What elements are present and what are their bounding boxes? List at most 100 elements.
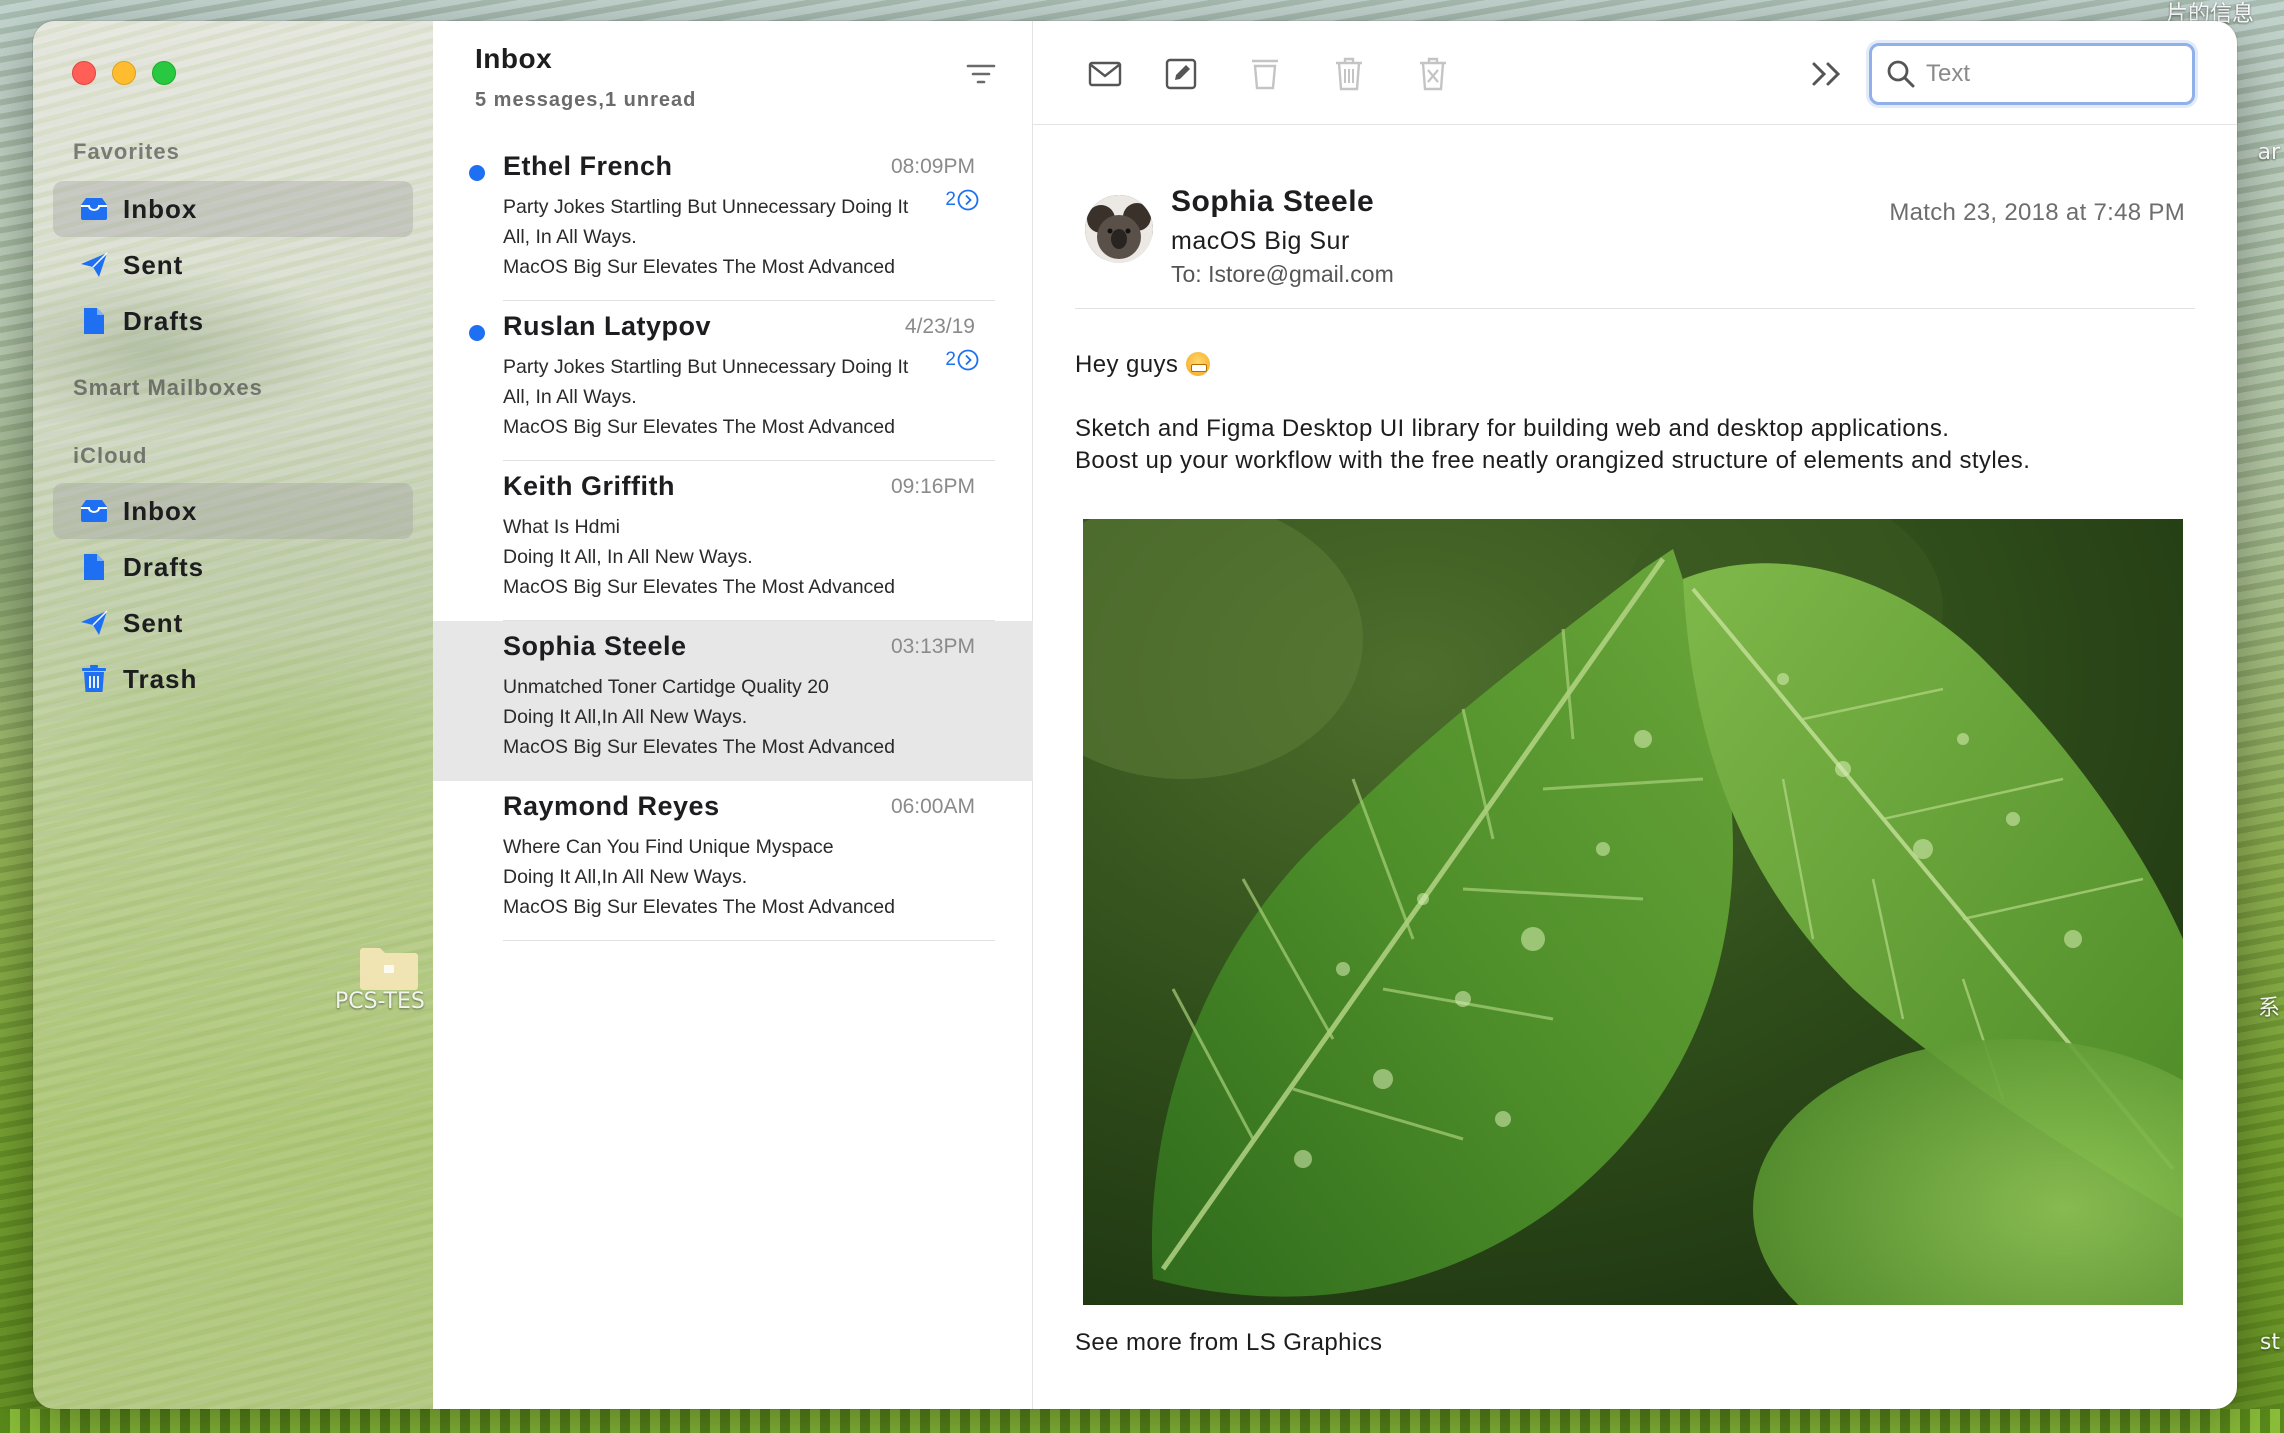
- message-preview-line: All, In All Ways.: [503, 226, 637, 248]
- sender-name: Sophia Steele: [1171, 185, 1375, 218]
- message-preview-line: MacOS Big Sur Elevates The Most Advanced: [503, 896, 895, 918]
- recipient-address[interactable]: To: Istore@gmail.com: [1171, 261, 1394, 288]
- desktop-folder-icon[interactable]: [358, 943, 420, 991]
- trash-icon: [1336, 57, 1362, 91]
- message-preview-line: Party Jokes Startling But Unnecessary Do…: [503, 356, 909, 378]
- message-time: 4/23/19: [904, 315, 975, 338]
- message-preview-line: Party Jokes Startling But Unnecessary Do…: [503, 196, 909, 218]
- thread-count: 2: [945, 349, 956, 370]
- message-row-selected[interactable]: Sophia Steele 03:13PM Unmatched Toner Ca…: [433, 621, 1033, 781]
- desktop-edge-label: st: [2259, 1330, 2280, 1355]
- message-row[interactable]: Keith Griffith 09:16PM What Is Hdmi Doin…: [433, 461, 1033, 621]
- message-header: Sophia Steele macOS Big Sur To: Istore@g…: [1075, 165, 2195, 309]
- desktop-folder-label: PCS-TES: [335, 989, 425, 1014]
- sidebar-item-label: Trash: [123, 663, 198, 694]
- trash-icon: [77, 664, 111, 694]
- sidebar-item-favorites-inbox[interactable]: Inbox: [53, 181, 413, 237]
- list-header: Inbox 5 messages,1 unread: [475, 43, 696, 112]
- filter-button[interactable]: [966, 61, 1002, 91]
- thread-count-badge[interactable]: 2: [945, 349, 979, 371]
- mail-window: Favorites Inbox Sent Drafts Smart Mailbo…: [33, 21, 2237, 1409]
- message-preview-line: MacOS Big Sur Elevates The Most Advanced: [503, 256, 895, 278]
- maximize-button[interactable]: [152, 61, 176, 85]
- message-list: Inbox 5 messages,1 unread Ethel French 0…: [433, 21, 1033, 1409]
- message-sender: Ethel French: [503, 151, 673, 181]
- junk-button[interactable]: [1413, 54, 1453, 94]
- minimize-button[interactable]: [112, 61, 136, 85]
- search-field[interactable]: [1869, 43, 2195, 105]
- sender-subtitle: macOS Big Sur: [1171, 227, 1350, 255]
- filter-icon: [966, 64, 996, 84]
- message-preview-line: Unmatched Toner Cartidge Quality 20: [503, 676, 829, 698]
- message-preview-line: Doing It All,In All New Ways.: [503, 706, 748, 728]
- toolbar: [1033, 21, 2237, 125]
- search-input[interactable]: [1926, 60, 2156, 88]
- sidebar-item-icloud-inbox[interactable]: Inbox: [53, 483, 413, 539]
- message-sender: Keith Griffith: [503, 471, 675, 501]
- more-toolbar-button[interactable]: [1807, 54, 1847, 94]
- message-sender: Ruslan Latypov: [503, 311, 712, 341]
- smart-mailboxes-heading[interactable]: Smart Mailboxes: [73, 375, 263, 401]
- message-attachment-image[interactable]: [1083, 519, 2183, 1305]
- message-time: 09:16PM: [890, 475, 975, 498]
- archive-icon: [1252, 59, 1278, 90]
- message-preview-line: MacOS Big Sur Elevates The Most Advanced: [503, 736, 895, 758]
- chevron-right-circle-icon: [957, 189, 979, 211]
- sender-avatar[interactable]: [1085, 195, 1153, 263]
- message-time: 08:09PM: [890, 155, 975, 178]
- document-icon: [77, 552, 111, 582]
- message-sender: Raymond Reyes: [503, 791, 720, 821]
- inbox-icon: [77, 194, 111, 224]
- message-row[interactable]: Ruslan Latypov 4/23/19 Party Jokes Start…: [433, 301, 1033, 461]
- desktop-bottom-strip: [0, 1409, 2284, 1433]
- message-paragraph: Boost up your workflow with the free nea…: [1075, 447, 2031, 474]
- thread-count: 2: [945, 189, 956, 210]
- close-button[interactable]: [72, 61, 96, 85]
- paperplane-icon: [77, 608, 111, 638]
- sidebar-item-label: Inbox: [123, 495, 198, 526]
- paperplane-icon: [77, 250, 111, 280]
- sidebar-item-label: Sent: [123, 607, 184, 638]
- sidebar-item-label: Drafts: [123, 305, 205, 336]
- chevron-right-circle-icon: [957, 349, 979, 371]
- icloud-heading[interactable]: iCloud: [73, 443, 147, 469]
- message-reader: Sophia Steele macOS Big Sur To: Istore@g…: [1033, 21, 2237, 1409]
- message-row[interactable]: Ethel French 08:09PM Party Jokes Startli…: [433, 141, 1033, 301]
- archive-button[interactable]: [1245, 54, 1285, 94]
- sidebar-item-label: Sent: [123, 249, 184, 280]
- sidebar-item-icloud-drafts[interactable]: Drafts: [53, 539, 413, 595]
- sidebar-item-favorites-drafts[interactable]: Drafts: [53, 293, 413, 349]
- sidebar-item-icloud-sent[interactable]: Sent: [53, 595, 413, 651]
- message-preview-line: MacOS Big Sur Elevates The Most Advanced: [503, 576, 895, 598]
- message-paragraph: Sketch and Figma Desktop UI library for …: [1075, 415, 1950, 442]
- sidebar-item-icloud-trash[interactable]: Trash: [53, 651, 413, 707]
- inbox-icon: [77, 496, 111, 526]
- document-icon: [77, 306, 111, 336]
- message-time: 03:13PM: [890, 635, 975, 658]
- desktop-edge-label: 系: [2257, 996, 2280, 1021]
- message-row[interactable]: Raymond Reyes 06:00AM Where Can You Find…: [433, 781, 1033, 941]
- message-time: 06:00AM: [890, 795, 975, 818]
- compose-button[interactable]: [1161, 54, 1201, 94]
- thread-count-badge[interactable]: 2: [945, 189, 979, 211]
- message-preview-line: MacOS Big Sur Elevates The Most Advanced: [503, 416, 895, 438]
- message-preview-line: Where Can You Find Unique Myspace: [503, 836, 834, 858]
- sidebar-item-label: Drafts: [123, 551, 205, 582]
- mailbox-title: Inbox: [475, 43, 553, 74]
- compose-icon: [1165, 58, 1197, 90]
- mailbox-count: 5 messages,1 unread: [475, 89, 697, 111]
- unread-indicator: [469, 325, 485, 341]
- sidebar-item-label: Inbox: [123, 193, 198, 224]
- search-icon: [1887, 60, 1915, 88]
- message-footer-link[interactable]: See more from LS Graphics: [1075, 1329, 1382, 1357]
- delete-button[interactable]: [1329, 54, 1369, 94]
- envelope-icon: [1088, 61, 1122, 87]
- sidebar-item-favorites-sent[interactable]: Sent: [53, 237, 413, 293]
- grinning-emoji-icon: [1186, 352, 1211, 376]
- favorites-heading: Favorites: [73, 139, 180, 164]
- message-preview-line: All, In All Ways.: [503, 386, 637, 408]
- greeting-text: Hey guys: [1075, 351, 1179, 378]
- message-sender: Sophia Steele: [503, 631, 687, 661]
- get-mail-button[interactable]: [1085, 54, 1125, 94]
- sidebar: Favorites Inbox Sent Drafts Smart Mailbo…: [33, 21, 433, 1409]
